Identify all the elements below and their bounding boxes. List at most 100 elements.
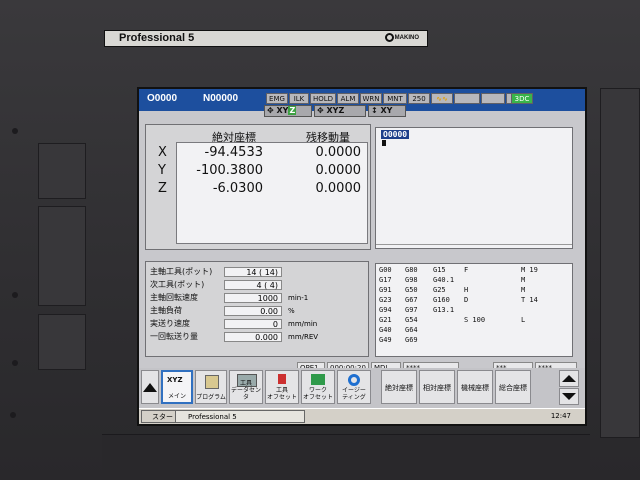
screw xyxy=(12,292,18,298)
status-wrn: WRN xyxy=(360,93,382,104)
modal-code: G94 xyxy=(379,306,392,314)
modal-code: L xyxy=(521,316,526,324)
scroll-up-button[interactable] xyxy=(559,370,579,387)
page-up-button[interactable] xyxy=(141,370,159,404)
modal-code: G23 xyxy=(379,296,392,304)
o-number: O0000 xyxy=(147,93,178,104)
status-250: 250 xyxy=(408,93,430,104)
modal-code: G25 xyxy=(433,286,446,294)
axis-jog-button[interactable]: ↕ XY xyxy=(368,105,406,117)
rem-x: 0.0000 xyxy=(315,145,362,160)
machine-status-panel: 主軸工具(ポット) 14 ( 14) 次工具(ポット) 4 ( 4) 主軸回転速… xyxy=(145,261,369,357)
arrow-up-icon xyxy=(143,383,157,392)
status-ilk: ILK xyxy=(289,93,309,104)
spindle-speed-value: 1000 xyxy=(224,293,282,303)
status-alm: ALM xyxy=(337,93,359,104)
feed-per-rev-label: 一回転送り量 xyxy=(150,332,198,341)
status-blank-1 xyxy=(454,93,480,104)
spindle-tool-value: 14 ( 14) xyxy=(224,267,282,277)
cnc-screen: O0000 N00000 EMG ILK HOLD ALM WRN MNT 25… xyxy=(137,87,587,426)
next-tool-label: 次工具(ポット) xyxy=(150,280,205,289)
right-side-panel xyxy=(600,88,640,438)
modal-code: G69 xyxy=(405,336,418,344)
status-blank-2 xyxy=(481,93,505,104)
modal-code: G91 xyxy=(379,286,392,294)
work-offset-icon xyxy=(311,374,325,385)
main-softkey-label: メイン xyxy=(167,393,186,400)
modal-code: G15 xyxy=(433,266,446,274)
screw xyxy=(12,360,18,366)
xyz-icon: XYZ xyxy=(167,376,183,384)
logo-text: MAKINO xyxy=(394,35,419,42)
status-wave-icon: ∿∿ xyxy=(431,93,453,104)
bottom-slot xyxy=(102,434,590,475)
move-icon: ✥ xyxy=(267,106,274,115)
axis-z: Z xyxy=(338,106,345,115)
program-softkey[interactable]: プログラム xyxy=(195,370,227,404)
total-coord-softkey[interactable]: 総合座標 xyxy=(495,370,531,404)
program-softkey-label: プログラム xyxy=(196,394,226,401)
program-window[interactable]: O0000 xyxy=(375,127,573,249)
next-tool-value: 4 ( 4) xyxy=(224,280,282,290)
screw xyxy=(12,128,18,134)
tool-data-softkey[interactable]: 工具 データセンタ xyxy=(229,370,263,404)
modal-code: M xyxy=(521,286,526,294)
program-divider xyxy=(376,244,572,245)
status-hold: HOLD xyxy=(310,93,336,104)
abs-x: -94.4533 xyxy=(204,145,263,160)
taskbar-app-button[interactable]: Professional 5 xyxy=(175,410,305,423)
softkey-bar: XYZ メイン プログラム 工具 データセンタ 工具 オフセット ワーク オフセ… xyxy=(139,368,585,408)
modal-code: G13.1 xyxy=(433,306,455,314)
side-key-3[interactable] xyxy=(38,314,86,370)
modal-code: D xyxy=(464,296,469,304)
n-number: N00000 xyxy=(203,93,239,104)
work-offset-label: ワーク オフセット xyxy=(302,387,333,401)
mach-coord-softkey[interactable]: 機械座標 xyxy=(457,370,493,404)
modal-code: T 14 xyxy=(521,296,538,304)
arrow-up-icon xyxy=(562,375,576,382)
scroll-down-button[interactable] xyxy=(559,388,579,405)
rem-y: 0.0000 xyxy=(315,163,362,178)
brand-title: Professional 5 xyxy=(119,32,195,44)
status-mnt: MNT xyxy=(383,93,407,104)
work-offset-softkey[interactable]: ワーク オフセット xyxy=(301,370,335,404)
taskbar-clock: 12:47 xyxy=(550,412,571,420)
easy-label: イージー ティング xyxy=(342,387,366,401)
modal-code: F xyxy=(464,266,469,274)
side-key-1[interactable] xyxy=(38,143,86,199)
side-key-2[interactable] xyxy=(38,206,86,306)
easy-icon xyxy=(348,374,360,386)
axis-move-button-1[interactable]: ✥ XYZ xyxy=(264,105,312,117)
axis-label-z: Z xyxy=(158,181,167,196)
spindle-load-label: 主軸負荷 xyxy=(150,306,182,315)
spindle-speed-unit: min-1 xyxy=(288,294,309,302)
feed-per-rev-value: 0.000 xyxy=(224,332,282,342)
modal-code: M xyxy=(521,276,526,284)
modal-code: G54 xyxy=(405,316,418,324)
coordinate-panel: 絶対座標 残移動量 X Y Z -94.4533 0.0000 -100.380… xyxy=(145,124,371,250)
modal-code: G17 xyxy=(379,276,392,284)
abs-y: -100.3800 xyxy=(196,163,263,178)
axis-move-button-2[interactable]: ✥ XYZ xyxy=(314,105,366,117)
axis-label-y: Y xyxy=(158,163,166,178)
abs-coord-softkey[interactable]: 絶対座標 xyxy=(381,370,417,404)
spindle-tool-label: 主軸工具(ポット) xyxy=(150,267,213,276)
tool-offset-softkey[interactable]: 工具 オフセット xyxy=(265,370,299,404)
main-softkey[interactable]: XYZ メイン xyxy=(161,370,193,404)
modal-code: G00 xyxy=(379,266,392,274)
rel-coord-softkey[interactable]: 相対座標 xyxy=(419,370,455,404)
status-3dc: 3DC xyxy=(511,93,533,104)
modal-gcode-panel: G00 G17 G91 G23 G94 G21 G40 G49 G80 G98 G50 G67 G97 G… xyxy=(375,263,573,357)
feed-per-rev-unit: mm/REV xyxy=(288,333,319,341)
tool-data-label: 工具 データセンタ xyxy=(230,380,261,401)
status-emg: EMG xyxy=(266,93,288,104)
coordinate-values-box: -94.4533 0.0000 -100.3800 0.0000 -6.0300… xyxy=(176,142,368,244)
modal-code: S 100 xyxy=(464,316,486,324)
easy-softkey[interactable]: イージー ティング xyxy=(337,370,371,404)
modal-code: G80 xyxy=(405,266,418,274)
axis-y: Y xyxy=(386,106,393,115)
modal-code: G98 xyxy=(405,276,418,284)
program-icon xyxy=(205,375,219,389)
spindle-load-value: 0.00 xyxy=(224,306,282,316)
arrow-down-icon xyxy=(562,393,576,400)
